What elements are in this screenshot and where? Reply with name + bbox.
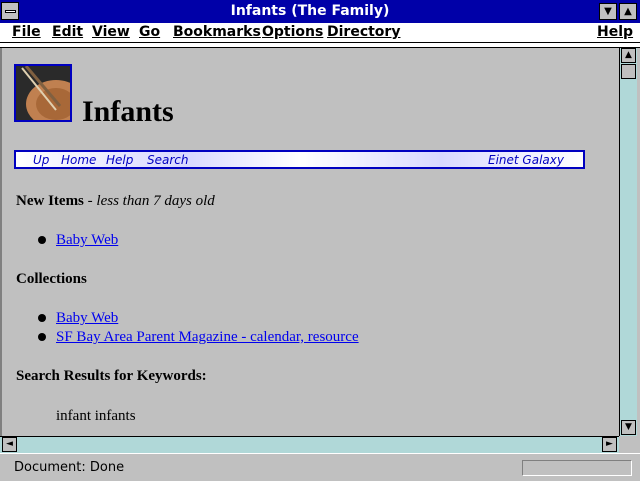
new-items-heading-text: New Items bbox=[16, 193, 84, 209]
navigation-bar: Up Home Help Search Einet Galaxy bbox=[14, 150, 585, 169]
vertical-scrollbar[interactable]: ▲ ▼ bbox=[619, 48, 637, 436]
link-sf-bay-area-parent[interactable]: SF Bay Area Parent Magazine - calendar, … bbox=[56, 329, 359, 346]
status-bar: Document: Done bbox=[0, 453, 640, 481]
menu-help[interactable]: Help bbox=[597, 24, 633, 40]
link-baby-web-collection[interactable]: Baby Web bbox=[56, 310, 118, 327]
nav-link-up[interactable]: Up bbox=[33, 153, 49, 167]
progress-indicator bbox=[522, 460, 632, 476]
window-title: Infants (The Family) bbox=[230, 3, 390, 19]
menu-directory[interactable]: Directory bbox=[327, 24, 400, 40]
new-items-subheading: - less than 7 days old bbox=[83, 193, 215, 209]
search-keywords: infant infants bbox=[56, 408, 136, 424]
menu-file[interactable]: File bbox=[12, 24, 41, 40]
scroll-up-button[interactable]: ▲ bbox=[621, 48, 636, 63]
menu-file-label: File bbox=[12, 24, 41, 40]
document-view[interactable]: Infants Up Home Help Search Einet Galaxy… bbox=[0, 48, 621, 436]
status-text: Document: Done bbox=[14, 460, 125, 475]
search-results-heading: Search Results for Keywords: bbox=[16, 368, 207, 384]
menu-bookmarks[interactable]: Bookmarks bbox=[173, 24, 261, 40]
list-bullet bbox=[38, 236, 46, 244]
minimize-button[interactable]: ▼ bbox=[599, 3, 617, 20]
menu-go-label: Go bbox=[139, 24, 161, 40]
scrollbar-corner bbox=[620, 436, 640, 453]
page-logo bbox=[14, 64, 72, 122]
collections-heading: Collections bbox=[16, 271, 87, 287]
menu-view[interactable]: View bbox=[92, 24, 130, 40]
nav-link-search[interactable]: Search bbox=[147, 153, 189, 167]
horizontal-scrollbar[interactable]: ◄ ► bbox=[0, 436, 619, 453]
maximize-button[interactable]: ▲ bbox=[619, 3, 637, 20]
nav-link-einet-galaxy[interactable]: Einet Galaxy bbox=[488, 153, 564, 167]
scroll-right-button[interactable]: ► bbox=[602, 437, 617, 452]
menu-options[interactable]: Options bbox=[262, 24, 323, 40]
menu-bar: File Edit View Go Bookmarks Options Dire… bbox=[0, 23, 640, 43]
title-bar: Infants (The Family) ▼ ▲ bbox=[0, 0, 640, 24]
scroll-down-button[interactable]: ▼ bbox=[621, 420, 636, 435]
menu-options-label: Options bbox=[262, 24, 324, 40]
menu-edit-label: Edit bbox=[52, 24, 84, 40]
menu-directory-label: Directory bbox=[327, 24, 401, 40]
scroll-thumb[interactable] bbox=[621, 64, 636, 79]
new-items-heading: New Items - less than 7 days old bbox=[16, 193, 215, 210]
menu-help-label: Help bbox=[597, 24, 634, 40]
page-title: Infants bbox=[82, 95, 174, 128]
scroll-left-button[interactable]: ◄ bbox=[2, 437, 17, 452]
nav-link-home[interactable]: Home bbox=[61, 153, 96, 167]
link-baby-web-new[interactable]: Baby Web bbox=[56, 232, 118, 249]
menu-go[interactable]: Go bbox=[139, 24, 160, 40]
nav-link-help[interactable]: Help bbox=[106, 153, 133, 167]
menu-edit[interactable]: Edit bbox=[52, 24, 83, 40]
list-bullet bbox=[38, 314, 46, 322]
list-bullet bbox=[38, 333, 46, 341]
guitar-icon bbox=[16, 66, 70, 120]
menu-bookmarks-label: Bookmarks bbox=[173, 24, 261, 40]
menu-view-label: View bbox=[92, 24, 130, 40]
